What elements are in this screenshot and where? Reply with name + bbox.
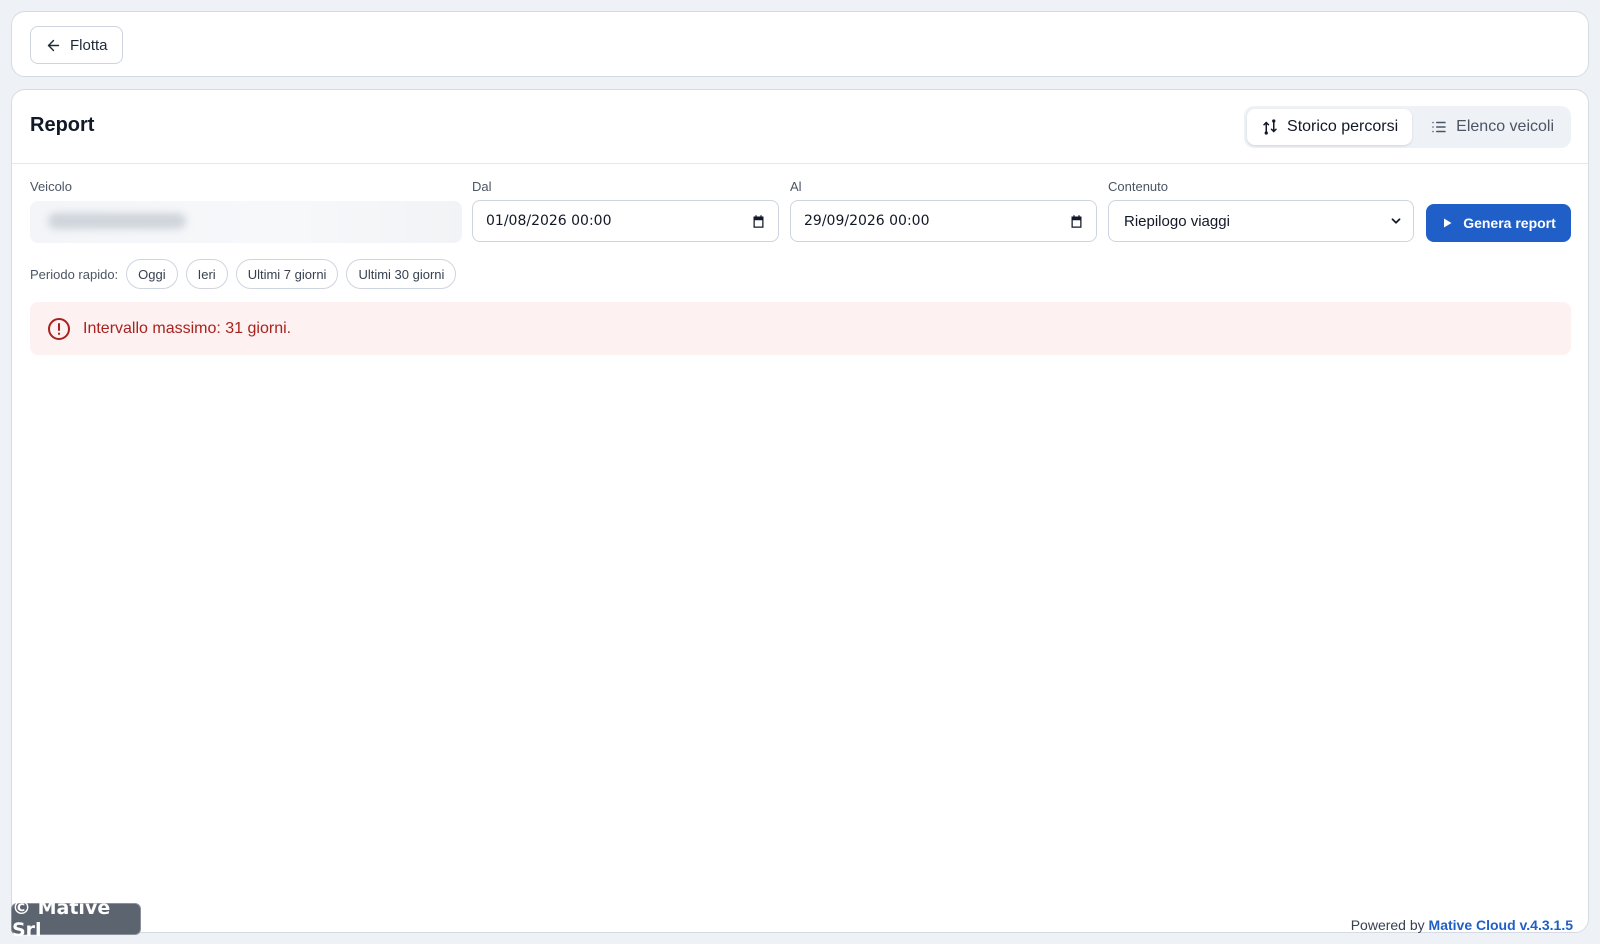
to-date-value: 29/09/2026 00:00 xyxy=(804,213,930,229)
generate-report-button[interactable]: Genera report xyxy=(1426,204,1571,242)
from-date-label: Dal xyxy=(472,179,492,194)
tab-vehicle-list-label: Elenco veicoli xyxy=(1456,118,1554,135)
error-alert: Intervallo massimo: 31 giorni. xyxy=(30,302,1571,355)
tab-route-history[interactable]: Storico percorsi xyxy=(1247,109,1413,145)
calendar-icon[interactable] xyxy=(751,214,766,229)
play-icon xyxy=(1444,218,1452,228)
quick-period-last-30-days[interactable]: Ultimi 30 giorni xyxy=(346,259,457,289)
quick-period-yesterday[interactable]: Ieri xyxy=(185,259,228,289)
from-date-value: 01/08/2026 00:00 xyxy=(486,213,612,229)
quick-period-label: Periodo rapido: xyxy=(30,266,119,282)
quick-period-today[interactable]: Oggi xyxy=(126,259,178,289)
error-alert-message: Intervallo massimo: 31 giorni. xyxy=(83,319,292,337)
quick-period-last-7-days[interactable]: Ultimi 7 giorni xyxy=(235,259,339,289)
page-title: Report xyxy=(30,114,95,136)
vehicle-label: Veicolo xyxy=(30,179,72,194)
calendar-icon[interactable] xyxy=(1069,214,1084,229)
powered-by-prefix: Powered by xyxy=(1350,917,1425,933)
to-date-input[interactable]: 29/09/2026 00:00 xyxy=(790,200,1097,242)
content-label: Contenuto xyxy=(1108,179,1168,194)
tab-vehicle-list[interactable]: Elenco veicoli xyxy=(1416,109,1568,145)
route-history-icon xyxy=(1263,119,1277,135)
back-to-fleet-button[interactable]: Flotta xyxy=(30,26,123,64)
chevron-down-icon xyxy=(1391,218,1401,224)
generate-report-label: Genera report xyxy=(1463,215,1556,231)
quick-period-row: Periodo rapido: Oggi Ieri Ultimi 7 giorn… xyxy=(30,259,457,289)
view-switcher: Storico percorsi Elenco veicoli xyxy=(1244,106,1571,148)
to-date-label: Al xyxy=(790,179,802,194)
arrow-left-icon xyxy=(47,39,60,51)
report-card: Report Storico percorsi Elenco veicoli V… xyxy=(11,89,1589,933)
top-bar: Flotta xyxy=(11,11,1589,77)
alert-circle-icon xyxy=(48,317,70,340)
list-icon xyxy=(1432,121,1446,133)
back-button-label: Flotta xyxy=(70,36,108,54)
content-select[interactable]: Riepilogo viaggi xyxy=(1108,200,1414,242)
tab-route-history-label: Storico percorsi xyxy=(1287,118,1399,135)
copyright-badge: © Mative Srl xyxy=(11,897,141,941)
content-select-value: Riepilogo viaggi xyxy=(1124,212,1230,230)
vehicle-select[interactable] xyxy=(30,201,462,243)
vehicle-blurred-value xyxy=(48,213,186,229)
powered-by: Powered by Mative Cloud v.4.3.1.5 xyxy=(1351,917,1573,933)
from-date-input[interactable]: 01/08/2026 00:00 xyxy=(472,200,779,242)
report-header: Report Storico percorsi Elenco veicoli xyxy=(12,90,1588,164)
powered-by-brand[interactable]: Mative Cloud v.4.3.1.5 xyxy=(1429,917,1573,933)
